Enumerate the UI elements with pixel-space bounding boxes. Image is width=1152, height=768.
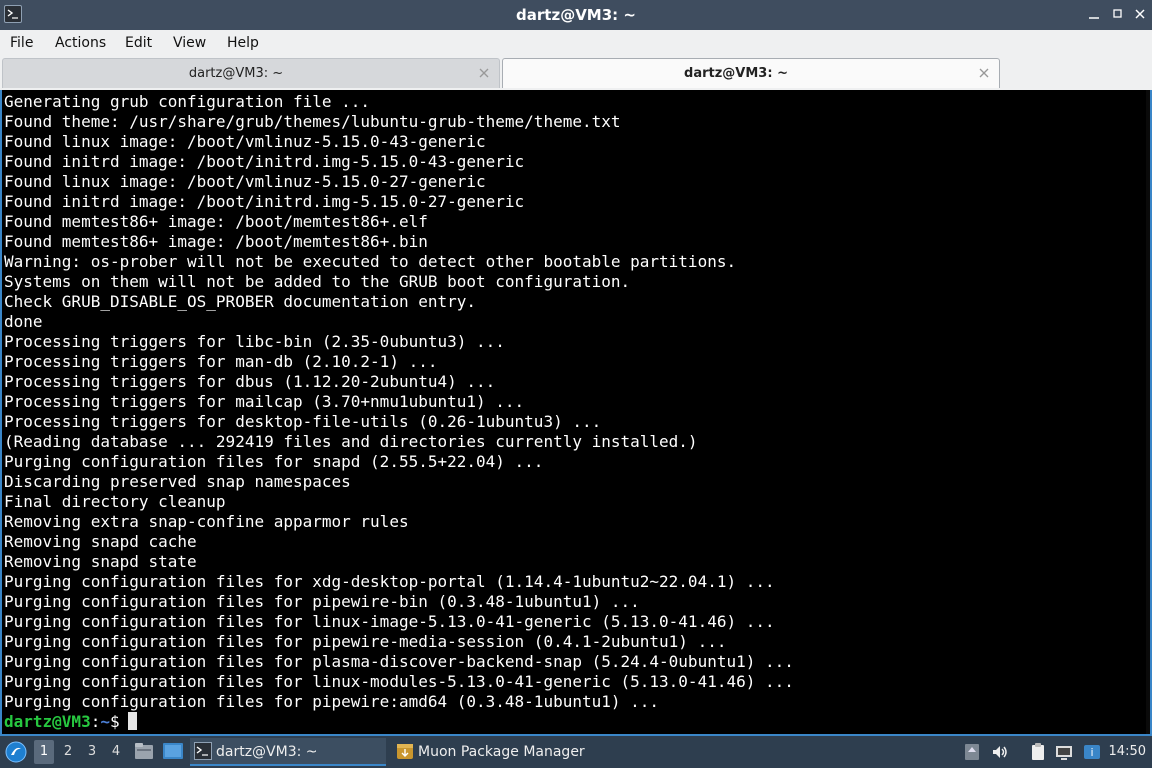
network-tray[interactable] <box>1054 742 1074 762</box>
terminal-line: Removing snapd cache <box>4 532 197 551</box>
text-cursor <box>127 712 137 730</box>
task-terminal[interactable]: dartz@VM3: ~ <box>190 738 386 766</box>
workspace-4[interactable]: 4 <box>106 740 126 764</box>
file-manager-launcher[interactable] <box>134 742 154 760</box>
terminal-line: Purging configuration files for pipewire… <box>4 632 727 651</box>
tab-bar: dartz@VM3: ~ dartz@VM3: ~ <box>0 56 1152 90</box>
show-desktop-button[interactable] <box>162 742 184 760</box>
terminal-line: Purging configuration files for plasma-d… <box>4 652 794 671</box>
desktop-icon <box>163 743 183 759</box>
terminal-line: done <box>4 312 43 331</box>
terminal-line: Purging configuration files for snapd (2… <box>4 452 544 471</box>
tab-label: dartz@VM3: ~ <box>684 66 788 81</box>
terminal-line: Found linux image: /boot/vmlinuz-5.15.0-… <box>4 172 486 191</box>
clipboard-icon <box>1032 743 1044 760</box>
tab-close-button[interactable] <box>477 66 491 80</box>
terminal-prompt-line[interactable]: dartz@VM3:~$ <box>4 712 1146 732</box>
terminal-line: Purging configuration files for linux-mo… <box>4 672 794 691</box>
tab-close-button[interactable] <box>977 66 991 80</box>
task-muon-package-manager[interactable]: Muon Package Manager <box>392 738 592 766</box>
workspace-3[interactable]: 3 <box>82 740 102 764</box>
window-titlebar[interactable]: dartz@VM3: ~ <box>0 0 1152 30</box>
lubuntu-logo-icon <box>5 741 27 763</box>
network-icon <box>1056 746 1072 760</box>
workspace-1[interactable]: 1 <box>34 740 54 764</box>
terminal-line: Purging configuration files for pipewire… <box>4 692 660 711</box>
terminal-line: Purging configuration files for linux-im… <box>4 612 775 631</box>
terminal-view[interactable]: Generating grub configuration file ... Fo… <box>0 90 1152 736</box>
terminal-line: Discarding preserved snap namespaces <box>4 472 351 491</box>
terminal-output: Generating grub configuration file ... Fo… <box>4 92 1146 732</box>
menu-view[interactable]: View <box>173 30 206 56</box>
notifications-tray[interactable]: i <box>1082 742 1102 762</box>
terminal-line: Processing triggers for libc-bin (2.35-0… <box>4 332 505 351</box>
terminal-line: Generating grub configuration file ... <box>4 92 371 111</box>
terminal-line: Found theme: /usr/share/grub/themes/lubu… <box>4 112 621 131</box>
close-icon <box>479 68 489 78</box>
terminal-line: Processing triggers for man-db (2.10.2-1… <box>4 352 438 371</box>
terminal-line: Warning: os-prober will not be executed … <box>4 252 737 271</box>
terminal-line: Systems on them will not be added to the… <box>4 272 631 291</box>
terminal-line: Found memtest86+ image: /boot/memtest86+… <box>4 212 428 231</box>
terminal-line: Found initrd image: /boot/initrd.img-5.1… <box>4 192 525 211</box>
maximize-icon <box>1113 9 1122 18</box>
prompt-path: ~ <box>100 712 110 731</box>
terminal-line: Found linux image: /boot/vmlinuz-5.15.0-… <box>4 132 486 151</box>
folder-icon <box>135 743 153 759</box>
clock[interactable]: 14:50 <box>1109 736 1146 768</box>
close-icon <box>979 68 989 78</box>
menu-file[interactable]: File <box>10 30 33 56</box>
package-icon <box>396 742 414 760</box>
task-label: dartz@VM3: ~ <box>216 744 318 760</box>
workspace-2[interactable]: 2 <box>58 740 78 764</box>
prompt-user: dartz@VM3 <box>4 712 91 731</box>
terminal-line: Check GRUB_DISABLE_OS_PROBER documentati… <box>4 292 477 311</box>
terminal-line: Purging configuration files for xdg-desk… <box>4 572 775 591</box>
terminal-line: (Reading database ... 292419 files and d… <box>4 432 698 451</box>
close-icon <box>1135 9 1145 19</box>
tab-terminal-2[interactable]: dartz@VM3: ~ <box>502 58 1000 88</box>
arrow-up-icon <box>965 744 979 760</box>
tab-terminal-1[interactable]: dartz@VM3: ~ <box>2 58 500 88</box>
terminal-line: Purging configuration files for pipewire… <box>4 592 640 611</box>
volume-icon <box>993 746 1007 758</box>
terminal-line: Found initrd image: /boot/initrd.img-5.1… <box>4 152 525 171</box>
task-label: Muon Package Manager <box>418 744 585 760</box>
terminal-line: Processing triggers for mailcap (3.70+nm… <box>4 392 525 411</box>
start-menu-button[interactable] <box>4 740 28 764</box>
minimize-button[interactable] <box>1086 6 1102 22</box>
notification-icon: i <box>1084 745 1100 759</box>
terminal-scrollbar[interactable] <box>1146 90 1150 734</box>
svg-text:i: i <box>1090 746 1093 759</box>
menu-edit[interactable]: Edit <box>125 30 152 56</box>
minimize-icon <box>1089 17 1099 19</box>
terminal-line: Removing snapd state <box>4 552 197 571</box>
tab-label: dartz@VM3: ~ <box>188 66 284 81</box>
update-notifier[interactable] <box>962 742 982 762</box>
terminal-line: Removing extra snap-confine apparmor rul… <box>4 512 409 531</box>
terminal-line: Final directory cleanup <box>4 492 226 511</box>
terminal-line: Found memtest86+ image: /boot/memtest86+… <box>4 232 428 251</box>
menu-help[interactable]: Help <box>227 30 259 56</box>
close-window-button[interactable] <box>1132 6 1148 22</box>
prompt-symbol: $ <box>109 712 120 731</box>
terminal-line: Processing triggers for dbus (1.12.20-2u… <box>4 372 496 391</box>
window-title: dartz@VM3: ~ <box>516 6 636 24</box>
taskbar: 1 2 3 4 dartz@VM3: ~ Muon Package Manage… <box>0 736 1152 768</box>
maximize-button[interactable] <box>1110 6 1126 22</box>
prompt-separator: : <box>90 712 101 731</box>
terminal-icon <box>194 742 212 760</box>
volume-control[interactable] <box>990 742 1010 762</box>
clipboard-tray[interactable] <box>1028 742 1048 762</box>
terminal-line: Processing triggers for desktop-file-uti… <box>4 412 602 431</box>
menu-actions[interactable]: Actions <box>55 30 106 56</box>
menubar: File Actions Edit View Help <box>0 30 1152 56</box>
